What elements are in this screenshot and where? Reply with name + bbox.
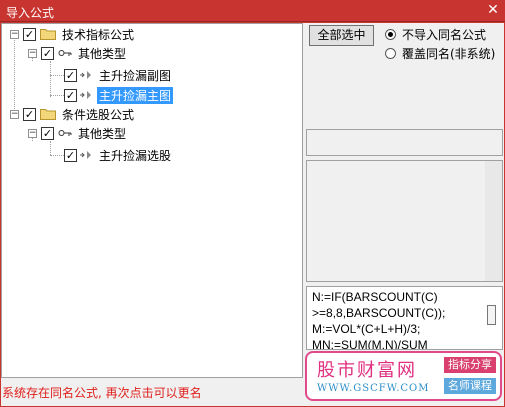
tree-label: 其他类型 [78,126,127,141]
radio-selected-icon[interactable] [385,29,396,40]
tree-label: 技术指标公式 [62,27,135,42]
select-all-button[interactable]: 全部选中 [309,25,374,46]
tree-label: 条件选股公式 [62,107,135,122]
tree-connector [14,37,15,115]
tree-subgroup-other[interactable]: − ✓ 其他类型 [28,125,128,141]
tree-checkbox[interactable]: ✓ [64,148,77,162]
formula-tree[interactable]: − ✓ 技术指标公式 − ✓ 其他类型 ✓ 主升捡漏副图 ✓ 主升捡漏主图 − … [1,23,303,378]
collapse-icon[interactable]: − [28,128,37,138]
code-line: M:=VOL*(C+L+H)/3; [312,322,421,336]
tree-checkbox[interactable]: ✓ [64,68,77,82]
tree-checkbox[interactable]: ✓ [41,126,54,140]
tree-group-technical[interactable]: − ✓ 技术指标公式 [10,26,136,42]
watermark-logo: 股市财富网 WWW.GSCFW.COM 指标分享 名师课程 [305,351,502,401]
tree-label: 其他类型 [78,46,127,61]
collapse-icon[interactable]: − [10,109,19,119]
formula-icon [80,151,91,159]
tree-checkbox[interactable]: ✓ [23,107,36,121]
radio-icon[interactable] [385,48,396,59]
tree-group-screening[interactable]: − ✓ 条件选股公式 [10,106,136,122]
code-line: MN:=SUM(M,N)/SUM [312,338,428,350]
tree-connector [50,141,51,155]
tree-subgroup-other[interactable]: − ✓ 其他类型 [28,45,128,61]
watermark-tag: 指标分享 [444,357,496,373]
tree-connector [50,155,64,156]
tree-item-formula[interactable]: ✓ 主升捡漏副图 [64,67,173,83]
description-area[interactable] [306,160,503,282]
watermark-brand: 股市财富网 [317,360,417,381]
scrollbar-thumb[interactable] [487,305,496,325]
tree-checkbox[interactable]: ✓ [41,46,54,60]
tree-checkbox[interactable]: ✓ [64,88,77,102]
title-bar: 导入公式 ✕ [0,0,505,22]
tree-checkbox[interactable]: ✓ [23,27,36,41]
tree-label: 主升捡漏副图 [99,68,172,83]
option-overwrite[interactable]: 覆盖同名(非系统) [379,45,495,62]
collapse-icon[interactable]: − [28,48,37,58]
window-title: 导入公式 [6,6,55,20]
tree-connector [50,61,51,97]
scrollbar[interactable] [485,161,502,281]
folder-icon [40,29,56,40]
info-field [306,129,503,156]
tree-connector [50,95,64,96]
watermark-tag: 名师课程 [444,378,496,394]
formula-icon [80,91,91,99]
code-line: >=8,8,BARSCOUNT(C)); [312,306,446,320]
key-icon [58,50,72,56]
close-icon[interactable]: ✕ [481,0,505,22]
watermark-url: WWW.GSCFW.COM [317,383,430,394]
folder-icon [40,109,56,120]
tree-item-formula[interactable]: ✓ 主升捡漏主图 [64,86,174,104]
status-message: 系统存在同名公式, 再次点击可以更名 [2,386,202,400]
tree-connector [50,75,64,76]
option-label: 不导入同名公式 [402,28,487,42]
tree-item-formula[interactable]: ✓ 主升捡漏选股 [64,147,173,163]
formula-code-view[interactable]: N:=IF(BARSCOUNT(C) >=8,8,BARSCOUNT(C)); … [306,286,503,350]
code-line: N:=IF(BARSCOUNT(C) [312,290,438,304]
tree-label-selected: 主升捡漏主图 [97,86,174,104]
option-label: 覆盖同名(非系统) [402,47,496,61]
key-icon [58,130,72,136]
option-skip-duplicates[interactable]: 不导入同名公式 [379,26,486,43]
tree-label: 主升捡漏选股 [99,148,172,163]
collapse-icon[interactable]: − [10,29,19,39]
formula-icon [80,71,91,79]
